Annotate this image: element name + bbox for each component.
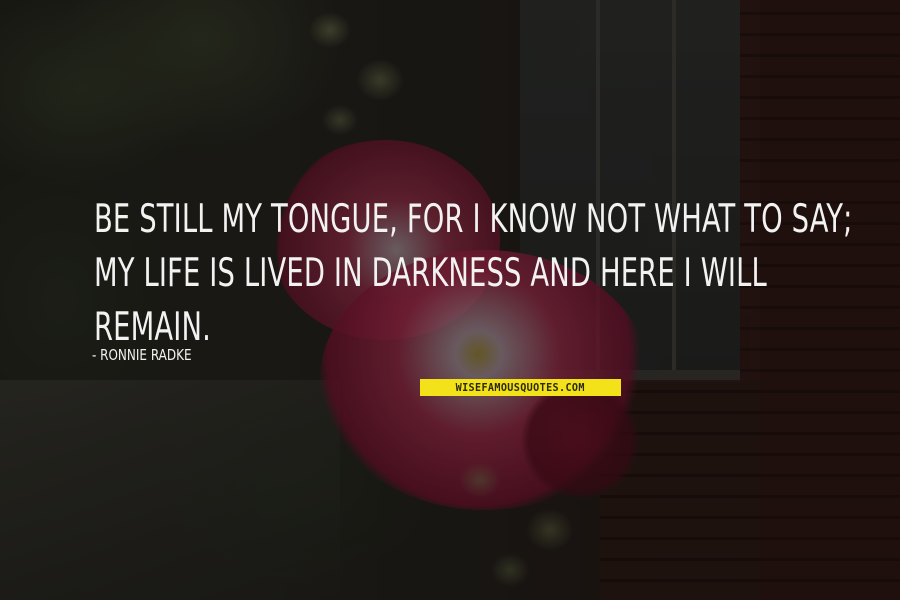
watermark-logo: WISEFAMOUSQUOTES.COM — [420, 379, 621, 396]
watermark-text: WISEFAMOUSQUOTES.COM — [455, 381, 586, 394]
quote-text: BE STILL MY TONGUE, FOR I KNOW NOT WHAT … — [94, 193, 853, 355]
quote-author: - RONNIE RADKE — [92, 346, 192, 364]
quote-line: BE STILL MY TONGUE, FOR I KNOW NOT WHAT … — [94, 197, 853, 242]
quote-line: REMAIN. — [94, 305, 211, 350]
quote-image: BE STILL MY TONGUE, FOR I KNOW NOT WHAT … — [0, 0, 900, 600]
quote-line: MY LIFE IS LIVED IN DARKNESS AND HERE I … — [94, 251, 767, 296]
